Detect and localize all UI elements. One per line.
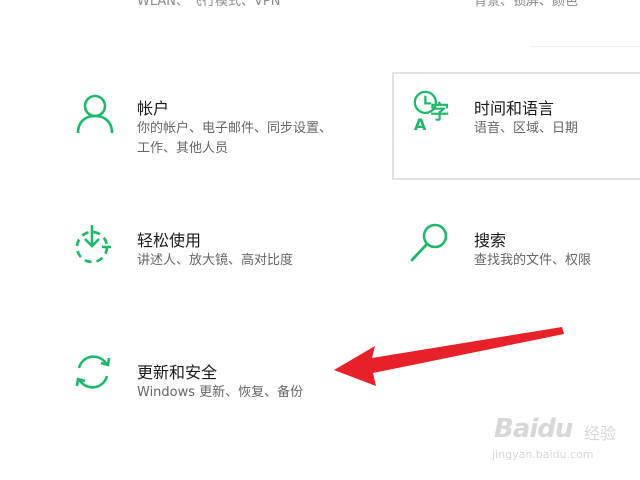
person-icon xyxy=(76,94,114,134)
svg-text:字: 字 xyxy=(430,101,449,124)
personalization-tile-desc-clipped: 背景、锁屏、颜色 xyxy=(474,0,579,9)
time-language-icon: A 字 xyxy=(413,90,449,132)
watermark-cn: 经验 xyxy=(584,424,617,443)
tile-title: 轻松使用 xyxy=(137,231,202,250)
tile-title: 更新和安全 xyxy=(137,363,218,382)
svg-text:A: A xyxy=(414,115,427,132)
settings-tile-search[interactable]: 搜索 查找我的文件、权限 xyxy=(400,215,640,285)
divider xyxy=(530,46,640,47)
tile-description: 讲述人、放大镜、高对比度 xyxy=(137,253,294,268)
tile-description: Windows 更新、恢复、备份 xyxy=(137,385,304,400)
tile-title: 时间和语言 xyxy=(474,99,555,118)
watermark-brand: Baidu xyxy=(494,414,573,444)
search-icon xyxy=(410,223,448,262)
watermark-url: jingyan.baidu.com xyxy=(492,448,594,461)
settings-tile-ease-of-access[interactable]: 轻松使用 讲述人、放大镜、高对比度 xyxy=(60,215,360,285)
ease-of-access-icon xyxy=(75,225,111,264)
tile-description: 语音、区域、日期 xyxy=(474,121,579,136)
tile-title: 帐户 xyxy=(137,99,170,118)
sync-icon xyxy=(75,355,111,389)
settings-tile-update-security[interactable]: 更新和安全 Windows 更新、恢复、备份 xyxy=(60,345,360,415)
watermark-logo: Baidu 经验 jingyan.baidu.com xyxy=(488,408,638,478)
tile-description: 查找我的文件、权限 xyxy=(474,253,592,268)
settings-tile-account[interactable]: 帐户 你的帐户、电子邮件、同步设置、工作、其他人员 xyxy=(60,80,360,180)
settings-window: WLAN、飞行模式、VPN 背景、锁屏、颜色 帐户 你的帐户、电子邮件、同步设置… xyxy=(0,0,640,480)
tile-title: 搜索 xyxy=(474,231,507,250)
tile-description: 你的帐户、电子邮件、同步设置、工作、其他人员 xyxy=(137,121,333,156)
network-tile-desc-clipped: WLAN、飞行模式、VPN xyxy=(137,0,281,9)
settings-tile-time-language[interactable]: A 字 时间和语言 语音、区域、日期 xyxy=(392,72,640,180)
